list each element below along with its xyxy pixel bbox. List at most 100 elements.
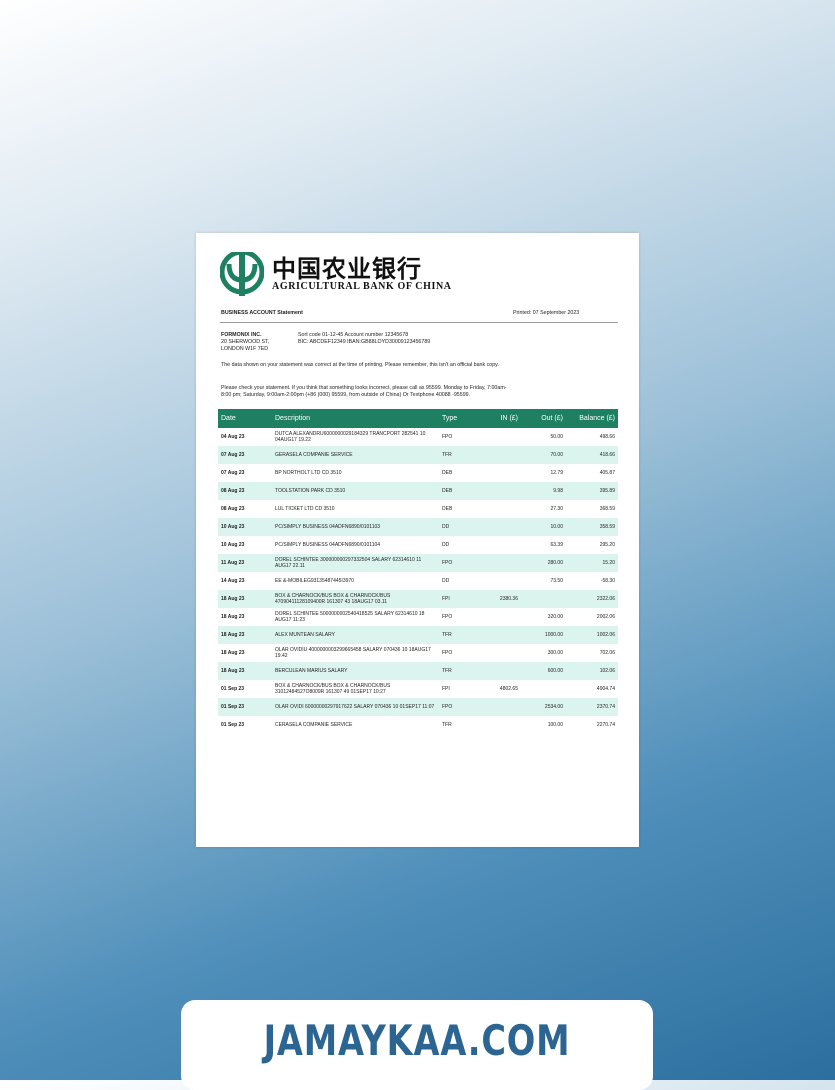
cell-out: 280.00 <box>521 554 566 572</box>
table-row: 10 Aug 23 PC/SIMPLY BUSINESS 04ADFN6890/0… <box>218 536 618 554</box>
bic-iban-line: BIC: ABCDEF12349 IBAN:GB88LOYD3000912345… <box>298 339 431 345</box>
cell-date: 14 Aug 23 <box>221 578 245 584</box>
transactions-body: 04 Aug 23 DUTCA ALEXANDRU6000000029184329… <box>218 428 618 734</box>
table-row: 18 Aug 23 ALEX MUNTEAN SALARY TFR 1000.00 10… <box>218 626 618 644</box>
bank-header: 中国农业银行 AGRICULTURAL BANK OF CHINA <box>220 247 520 299</box>
transactions-table: Date Description Type IN (£) Out (£) Bal… <box>218 409 618 734</box>
cell-date: 04 Aug 23 <box>221 434 245 440</box>
cell-description: EE &-MOBILEG93135487445I3970 <box>275 578 354 584</box>
cell-in <box>479 572 521 590</box>
header-in: IN (£) <box>479 409 521 428</box>
cell-type: DEB <box>442 470 453 476</box>
cell-date: 18 Aug 23 <box>218 590 272 608</box>
cell-out: 100.00 <box>547 722 563 728</box>
cell-out: 600.00 <box>521 662 566 680</box>
cell-in <box>479 464 521 482</box>
cell-description: OLAR OVIDI 60000000297917622 SALARY 0704… <box>272 698 439 716</box>
cell-out: 1000.00 <box>521 626 566 644</box>
disclaimer-note: The data shown on your statement was cor… <box>221 362 499 368</box>
cell-in <box>479 500 521 518</box>
cell-out <box>521 680 566 698</box>
cell-description: BP NORTHOLT LTD CD 3510 <box>275 470 342 476</box>
cell-date: 18 Aug 23 <box>221 650 245 656</box>
table-row: 10 Aug 23 PC/SIMPLY BUSINESS 04ADFN6890/0… <box>218 518 618 536</box>
table-row: 18 Aug 23 BOX & CHARNOCK/BUS BOX & CHARNO… <box>218 590 618 608</box>
cell-balance: 368.59 <box>599 506 615 512</box>
cell-date: 10 Aug 23 <box>221 542 245 548</box>
cell-balance: 295.20 <box>599 542 615 548</box>
table-header-row: Date Description Type IN (£) Out (£) Bal… <box>218 409 618 428</box>
cell-out: 2534.00 <box>521 698 566 716</box>
cell-balance: 2002.06 <box>596 614 615 620</box>
cell-description: BOX & CHARNOCK/BUS BOX & CHARNOCK/BUS 47… <box>272 590 439 608</box>
cell-balance: 702.06 <box>599 650 615 656</box>
cell-type: FPI <box>439 590 479 608</box>
account-details: Sort code 01-12-45 Account number 123456… <box>298 332 430 346</box>
cell-out: 50.00 <box>550 434 563 440</box>
cell-description: LUL TICKET LTD CD 3510 <box>275 506 335 512</box>
statement-title: BUSINESS ACCOUNT Statement <box>221 310 303 316</box>
cell-date: 18 Aug 23 <box>218 626 272 644</box>
table-row: 07 Aug 23 BP NORTHOLT LTD CD 3510 DEB 12.79… <box>218 464 618 482</box>
cell-date: 11 Aug 23 <box>218 554 272 572</box>
cell-type: FPO <box>442 614 453 620</box>
cell-out: 10.00 <box>521 518 566 536</box>
cell-description: DUTCA ALEXANDRU6000000029184329 TRANCPOR… <box>275 431 426 443</box>
cell-type: DEB <box>442 506 453 512</box>
table-row: 01 Sep 23 BOX & CHARNOCK/BUS BOX & CHARNO… <box>218 680 618 698</box>
cell-balance: 405.87 <box>599 470 615 476</box>
customer-address: FORMONIX INC. 20 SHERWOOD ST, LONDON W1F… <box>221 332 269 353</box>
sort-code-line: Sort code 01-12-45 Account number 123456… <box>298 332 409 338</box>
cell-date: 01 Sep 23 <box>221 686 245 692</box>
cell-balance: 2370.74 <box>566 698 618 716</box>
cell-description: PC/SIMPLY BUSINESS 04ADFN6890/0101103 <box>272 518 439 536</box>
cell-in <box>479 644 521 662</box>
table-row: 18 Aug 23 BERCULEAN MARIUS SALARY TFR 600.0… <box>218 662 618 680</box>
cell-date: 07 Aug 23 <box>218 446 272 464</box>
cell-type: TFR <box>439 662 479 680</box>
table-row: 07 Aug 23 GERASELA COMPANIE SERVICE TFR 70.… <box>218 446 618 464</box>
table-row: 14 Aug 23 EE &-MOBILEG93135487445I3970 DD 7… <box>218 572 618 590</box>
header-balance: Balance (£) <box>566 409 618 428</box>
cell-description: BERCULEAN MARIUS SALARY <box>272 662 439 680</box>
header-out: Out (£) <box>521 409 566 428</box>
cell-date: 18 Aug 23 <box>221 614 245 620</box>
cell-description: PC/SIMPLY BUSINESS 04ADFN6890/0101104 <box>275 542 381 548</box>
cell-description: OLAR OVIDIU 4000000003299665458 SALARY 0… <box>275 647 431 659</box>
header-type: Type <box>439 409 479 428</box>
cell-type: TFR <box>442 722 452 728</box>
cell-description: DOREL SCHINTEE 300000000297332504 SALARY… <box>272 554 439 572</box>
cell-balance: 498.66 <box>599 434 615 440</box>
cell-balance: 2322.06 <box>566 590 618 608</box>
cell-in <box>479 698 521 716</box>
table-row: 01 Sep 23 CERASELA COMPANIE SERVICE TFR 100… <box>218 716 618 734</box>
header-divider <box>220 322 618 323</box>
cell-type: TFR <box>439 446 479 464</box>
contact-note: Please check your statement. If you thin… <box>221 385 507 399</box>
cell-in <box>479 554 521 572</box>
table-row: 18 Aug 23 OLAR OVIDIU 4000000003299665458… <box>218 644 618 662</box>
cell-in <box>479 536 521 554</box>
cell-type: DD <box>442 578 450 584</box>
cell-balance: 418.66 <box>566 446 618 464</box>
cell-description: CERASELA COMPANIE SERVICE <box>275 722 353 728</box>
cell-out: 63.39 <box>550 542 563 548</box>
contact-note-line-1: Please check your statement. If you thin… <box>221 385 507 391</box>
cell-type: FPO <box>439 554 479 572</box>
cell-balance: -58.30 <box>600 578 615 584</box>
cell-in <box>479 662 521 680</box>
cell-balance: 102.06 <box>566 662 618 680</box>
cell-out: 300.00 <box>547 650 563 656</box>
cell-description: ALEX MUNTEAN SALARY <box>272 626 439 644</box>
table-row: 18 Aug 23 DOREL SCHINTEE 5000000002540418… <box>218 608 618 626</box>
brand-footer: JAMAYKAA.COM <box>181 1000 653 1090</box>
cell-out: 320.00 <box>547 614 563 620</box>
cell-type: FPO <box>442 650 453 656</box>
cell-date: 18 Aug 23 <box>218 662 272 680</box>
cell-type: FPO <box>439 698 479 716</box>
cell-in <box>479 446 521 464</box>
statement-document: 中国农业银行 AGRICULTURAL BANK OF CHINA BUSINE… <box>196 233 639 847</box>
cell-balance: 1002.06 <box>566 626 618 644</box>
cell-in <box>479 428 521 446</box>
cell-in <box>479 482 521 500</box>
